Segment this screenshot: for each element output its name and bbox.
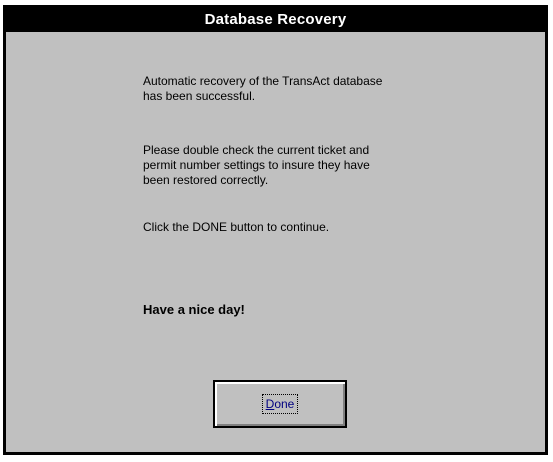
done-accelerator-letter: D	[265, 397, 275, 411]
done-button[interactable]: Done	[213, 380, 347, 428]
recovery-success-text: Automatic recovery of the TransAct datab…	[143, 74, 383, 103]
done-label-rest: one	[274, 397, 295, 411]
check-settings-text: Please double check the current ticket a…	[143, 143, 370, 187]
database-recovery-dialog: Database Recovery Automatic recovery of …	[3, 5, 548, 455]
nice-day-text: Have a nice day!	[143, 302, 245, 317]
continue-instruction-text: Click the DONE button to continue.	[143, 220, 330, 234]
dialog-title: Database Recovery	[6, 8, 545, 32]
done-button-label: Done	[261, 394, 299, 414]
